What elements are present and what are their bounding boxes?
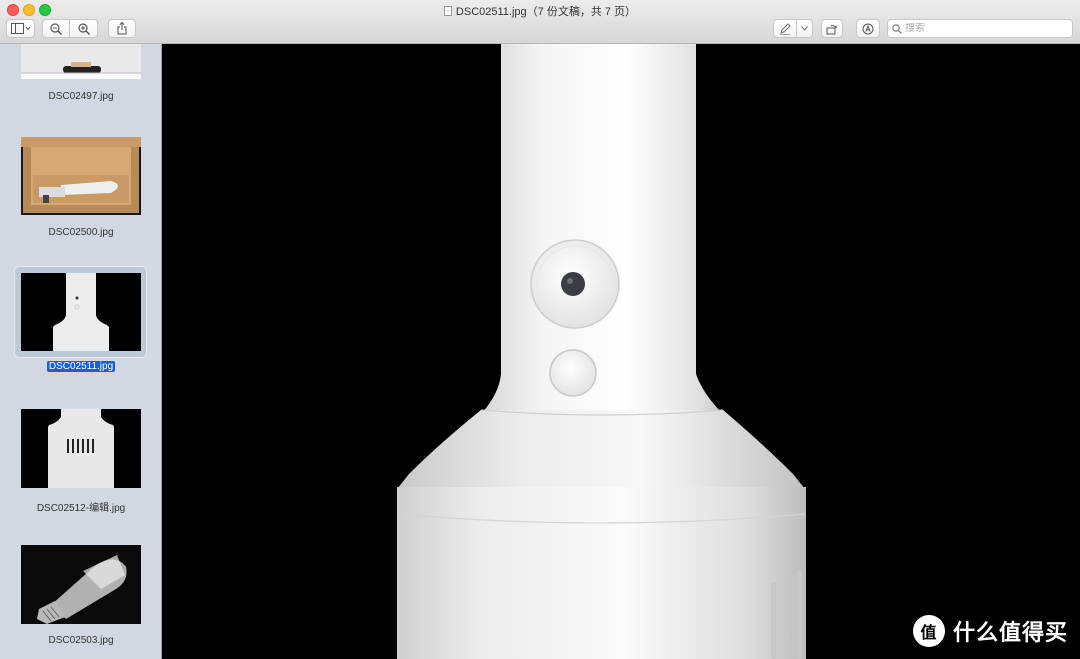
sidebar-toggle-icon <box>10 23 30 34</box>
document-icon <box>443 6 452 16</box>
search-icon <box>892 23 902 34</box>
thumbnail-image <box>21 44 141 79</box>
thumbnail-image <box>21 545 141 624</box>
share-button[interactable] <box>108 19 136 38</box>
thumbnail-label-text: DSC02511.jpg <box>46 361 116 372</box>
search-field[interactable] <box>887 19 1073 38</box>
annotate-icon <box>862 23 874 34</box>
rotate-button[interactable] <box>821 19 843 38</box>
annotate-button[interactable] <box>856 19 880 38</box>
chevron-down-icon <box>801 26 808 31</box>
image-viewer[interactable]: 值 什么值得买 <box>163 44 1080 659</box>
markup-button[interactable] <box>773 19 797 38</box>
thumbnail-image <box>21 409 141 488</box>
thumbnail-image <box>21 273 141 351</box>
watermark-logo-glyph: 值 <box>920 625 938 642</box>
watermark-logo: 值 <box>912 615 945 647</box>
watermark-text: 什么值得买 <box>952 620 1068 645</box>
window-title-text: DSC02511.jpg（7 份文稿，共 7 页） <box>455 6 637 18</box>
zoom-out-button[interactable] <box>42 19 70 38</box>
window-title: DSC02511.jpg（7 份文稿，共 7 页） <box>0 3 1080 19</box>
thumbnail-sidebar[interactable]: DSC02497.jpg DSC02500.jpg DSC02511.jpg D… <box>0 44 162 659</box>
thumbnail-image <box>21 137 141 215</box>
main-image <box>396 44 807 659</box>
markup-pen-icon <box>780 22 791 35</box>
thumbnail-label: DSC02512-编辑.jpg <box>36 503 126 514</box>
zoom-in-button[interactable] <box>69 19 98 38</box>
title-bar: DSC02511.jpg（7 份文稿，共 7 页） <box>0 0 1080 44</box>
zoom-out-icon <box>50 22 62 35</box>
share-icon <box>117 22 127 35</box>
markup-menu-button[interactable] <box>796 19 813 38</box>
rotate-icon <box>826 24 837 34</box>
thumbnail-label: DSC02500.jpg <box>48 227 114 238</box>
thumbnail-label: DSC02503.jpg <box>48 635 114 646</box>
sidebar-toggle-button[interactable] <box>6 19 35 38</box>
zoom-in-icon <box>77 22 90 35</box>
watermark: 值 什么值得买 <box>912 615 1068 647</box>
thumbnail-label: DSC02511.jpg <box>0 361 161 372</box>
thumbnail-label: DSC02497.jpg <box>48 91 114 102</box>
search-input[interactable] <box>905 23 1065 34</box>
